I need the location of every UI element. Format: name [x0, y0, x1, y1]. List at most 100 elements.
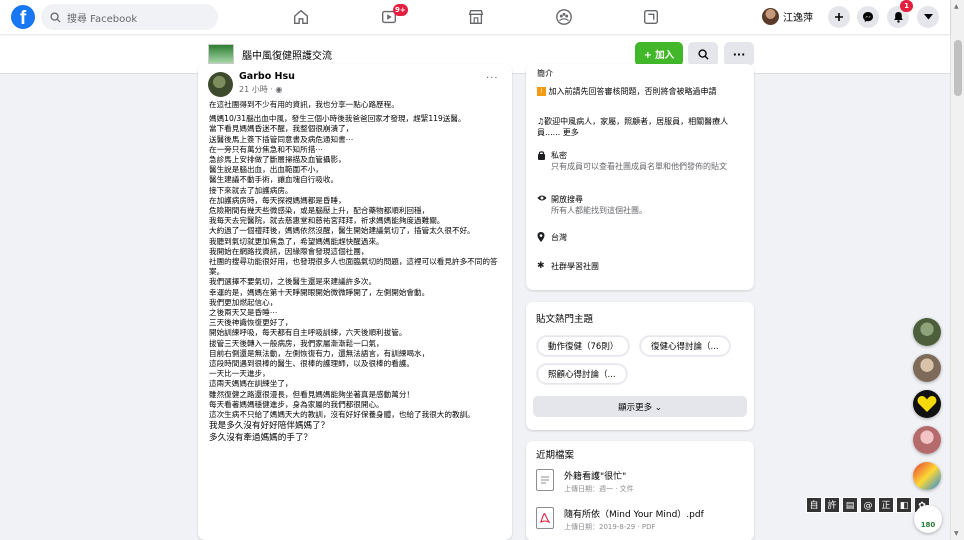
about-line-2[interactable]: 歡迎中風病人，家屬，照顧者，居服員，相關醫療人員...... 更多: [537, 117, 728, 137]
post-paragraph: 拔管三天後轉入一般病房，我們家屬漸漸鬆一口氣，: [209, 338, 384, 348]
group-name[interactable]: 腦中風復健照護交流: [242, 47, 332, 62]
post-paragraph: 大約過了一個禮拜後，媽媽依然沒醒，醫生開始建議氣切了，插管太久很不好。: [209, 226, 475, 236]
warning-emoji-icon: !: [537, 87, 546, 96]
about-card: 簡介 ! 加入前請先回答審核問題，否則將會被略過申請 ♫歡迎中風病人，家屬，照顧…: [526, 64, 754, 290]
topic-chip[interactable]: 照顧心得討論（...: [537, 364, 627, 384]
ime-toolbar[interactable]: 自 許 ▤ @ 正 ◧ ✿: [806, 497, 932, 515]
ime-button[interactable]: ◧: [896, 497, 912, 513]
topic-chip[interactable]: 復健心得討論（...: [640, 336, 730, 356]
post-paragraph: 開始訓練呼吸，每天都有自主呼吸訓練，六天後順利拔管。: [209, 328, 407, 338]
files-title: 近期檔案: [536, 450, 575, 461]
post-paragraph: 雖然復健之路還很漫長，但看見媽媽能夠坐著真是感動萬分！: [209, 389, 415, 399]
watch-icon[interactable]: 9+: [371, 4, 408, 30]
file-meta: 上傳日期：週一 · 文件: [564, 485, 634, 493]
scrollbar-thumb[interactable]: [954, 40, 962, 96]
file-meta: 上傳日期：2019-8-29 · PDF: [564, 523, 656, 531]
post-paragraph: 這段時間遇到很棒的醫生、很棒的護理師，以及很棒的看護。: [209, 359, 415, 369]
privacy-title: 私密: [551, 151, 567, 160]
post-paragraph: 三天後神識恢復更好了，: [209, 318, 293, 328]
location-pin-icon: [537, 232, 551, 246]
category-row: ✱ 社群學習社團: [537, 261, 749, 272]
post-paragraph: 我聽到氣切就更加焦急了，希望媽媽能趕快醒過來。: [209, 236, 384, 246]
group-more-button[interactable]: ···: [724, 42, 754, 66]
avatar: [762, 8, 779, 25]
post-paragraph: 在這社團得到不少有用的資訊，我也分享一點心路歷程。: [209, 100, 399, 109]
visibility-title: 開放搜尋: [551, 195, 583, 204]
contact-avatar[interactable]: [913, 462, 941, 490]
post-paragraph: 接下來就去了加護病房。: [209, 185, 293, 195]
privacy-description: 只有成員可以查看社團成員名單和他們發佈的貼文: [551, 162, 727, 171]
contact-avatar[interactable]: [913, 354, 941, 382]
search-icon: [697, 48, 709, 60]
post-paragraph: 我每天去完醫院，就去慈惠堂和慈祐宮拜拜，祈求媽媽能夠度過難關。: [209, 216, 445, 226]
show-more-topics-button[interactable]: 顯示更多 ⌄: [533, 396, 747, 417]
post-timestamp[interactable]: 21 小時 · ◉: [239, 84, 282, 95]
ime-button[interactable]: 許: [824, 497, 840, 513]
ime-button[interactable]: ▤: [842, 497, 858, 513]
about-welcome-line: ♫歡迎中風病人，家屬，照顧者，居服員，相關醫療人員...... 更多: [537, 116, 749, 138]
messenger-button[interactable]: [857, 6, 879, 28]
post-body: 在這社團得到不少有用的資訊，我也分享一點心路歷程。 媽媽10/31腦出血中風，發…: [209, 100, 506, 444]
contact-avatar[interactable]: [913, 390, 941, 418]
post-author[interactable]: Garbo Hsu: [239, 71, 295, 82]
topic-chip[interactable]: 動作復健（76則）: [537, 336, 630, 356]
scroll-down-arrow-icon[interactable]: ▼: [954, 530, 959, 537]
scroll-up-arrow-icon[interactable]: ▲: [954, 3, 959, 10]
marketplace-icon[interactable]: [458, 4, 494, 30]
pdf-icon: [536, 507, 554, 529]
caret-down-icon: [923, 14, 933, 20]
post-paragraph: 媽媽10/31腦出血中風，發生三個小時後我爸爸回家才發現，趕緊119送醫。: [209, 114, 466, 124]
group-search-button[interactable]: [688, 42, 718, 66]
facebook-logo[interactable]: f: [11, 5, 35, 29]
ime-button[interactable]: 正: [878, 497, 894, 513]
plus-icon: [835, 13, 843, 21]
eye-icon: [537, 194, 551, 216]
search-placeholder: 搜尋 Facebook: [67, 13, 138, 25]
file-item[interactable]: 隨有所依（Mind Your Mind）.pdf 上傳日期：2019-8-29 …: [536, 507, 704, 532]
post-paragraph: 醫生說是腦出血，出血範圍不小，: [209, 165, 323, 175]
location-row: 台灣: [537, 232, 749, 246]
post-paragraph: 我們選擇不要氣切，之後醫生還是來建議許多次。: [209, 277, 377, 287]
ime-button[interactable]: 自: [806, 497, 822, 513]
user-profile-link[interactable]: 江逸萍: [762, 8, 813, 25]
post-paragraph: 每天看著媽媽穩健進步，身為家屬的我們都很開心。: [209, 399, 384, 409]
gear-icon: ✱: [537, 261, 545, 271]
group-cover-thumbnail[interactable]: [208, 44, 234, 64]
post-options-button[interactable]: ···: [486, 73, 499, 84]
post-paragraph: 當下看見媽媽昏迷不醒，我整個很崩潰了，: [209, 124, 354, 134]
page-scrollbar[interactable]: ▲ ▼: [950, 0, 964, 540]
topics-title: 貼文熱門主題: [536, 314, 594, 325]
groups-icon[interactable]: [546, 4, 582, 30]
file-name[interactable]: 隨有所依（Mind Your Mind）.pdf: [564, 507, 704, 520]
popular-topics-card: 貼文熱門主題 動作復健（76則） 復健心得討論（... 照顧心得討論（... 顯…: [526, 302, 754, 430]
create-button[interactable]: [828, 6, 850, 28]
contact-avatar[interactable]: [913, 318, 941, 346]
gaming-icon[interactable]: [633, 4, 669, 30]
contacts-count-button[interactable]: 180: [914, 505, 942, 533]
bell-icon: [893, 12, 903, 23]
visibility-description: 所有人都能找到這個社團。: [551, 206, 647, 215]
post-paragraph: 我們更加燃起信心，: [209, 297, 278, 307]
post-paragraph: 這兩天媽媽在訓練坐了，: [209, 379, 293, 389]
file-item[interactable]: 外籍看護"很忙" 上傳日期：週一 · 文件: [536, 469, 634, 494]
file-name[interactable]: 外籍看護"很忙": [564, 469, 634, 482]
search-input[interactable]: 搜尋 Facebook: [41, 4, 218, 30]
about-title: 簡介: [537, 69, 553, 78]
post-paragraph: 送醫後馬上簽下插管同意書及病危通知書⋯: [209, 134, 354, 144]
user-name: 江逸萍: [783, 13, 813, 24]
post-paragraph: 危險期間有幾天些微感染，或是腦壓上升，配合藥物都順利回穩，: [209, 206, 430, 216]
lock-icon: [537, 150, 551, 172]
post-paragraph: 社團的搜尋功能很好用，也發現很多人也面臨氣切的問題，這裡可以看見許多不同的答案。: [209, 257, 498, 277]
post-paragraph: 在加護病房時，每天探視媽媽都是昏睡，: [209, 195, 346, 205]
join-group-button[interactable]: + 加入: [635, 42, 683, 66]
author-avatar[interactable]: [208, 72, 233, 97]
notifications-button[interactable]: 1: [887, 0, 913, 28]
ime-button[interactable]: @: [860, 497, 876, 513]
home-icon[interactable]: [283, 4, 319, 30]
contact-avatar[interactable]: [913, 426, 941, 454]
watch-badge: 9+: [393, 4, 408, 16]
post-paragraph: 一天比一天進步，: [209, 369, 270, 379]
account-menu-button[interactable]: [917, 6, 939, 28]
post-paragraph: 之後兩天又是昏睡⋯: [209, 308, 278, 318]
post-card: Garbo Hsu 21 小時 · ◉ ··· 在這社團得到不少有用的資訊，我也…: [198, 64, 512, 540]
